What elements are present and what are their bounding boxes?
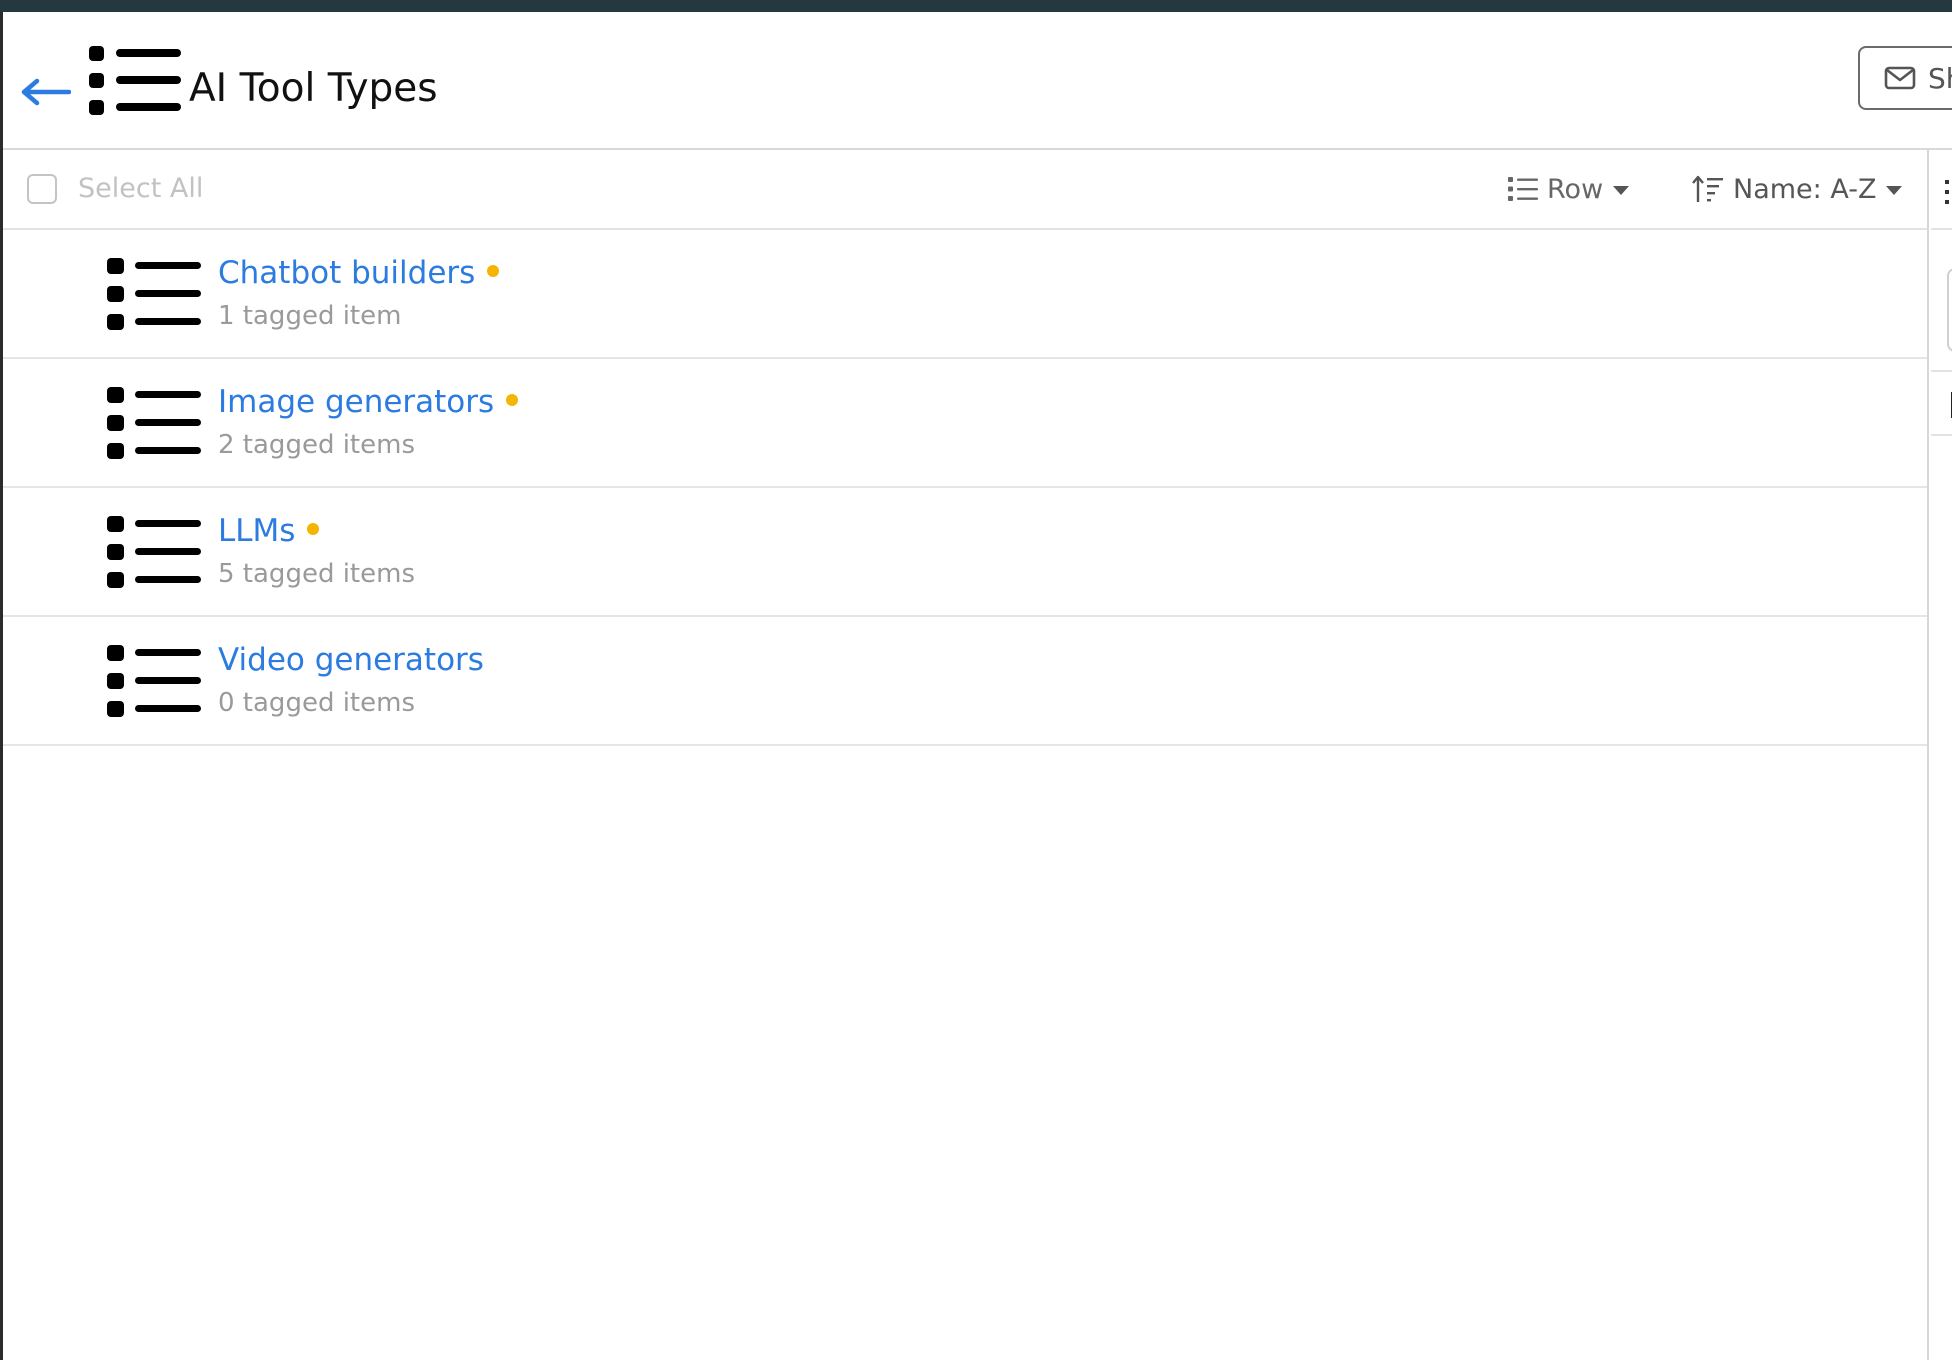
window-top-bar <box>0 0 1952 12</box>
tag-count: 2 tagged items <box>218 430 415 460</box>
right-side-panel <box>1927 150 1952 1360</box>
back-button[interactable] <box>17 64 73 120</box>
envelope-icon <box>1884 66 1916 90</box>
page-title: AI Tool Types <box>189 66 438 111</box>
list-icon <box>89 46 181 115</box>
chevron-down-icon <box>1613 185 1630 195</box>
tag-name-link[interactable]: Image generators <box>218 379 519 425</box>
select-all-checkbox[interactable] <box>27 174 57 204</box>
list-view-icon <box>1508 177 1538 201</box>
status-dot <box>506 393 519 406</box>
sort-label: Name: A-Z <box>1733 173 1877 205</box>
panel-divider <box>1931 370 1952 372</box>
tag-name-link[interactable]: LLMs <box>218 508 320 554</box>
tag-count: 5 tagged items <box>218 559 415 589</box>
tag-row-llms[interactable]: LLMs 5 tagged items <box>3 488 1927 617</box>
list-icon <box>107 516 201 588</box>
tag-list: Chatbot builders 1 tagged item Image gen… <box>3 230 1927 746</box>
chevron-down-icon <box>1886 185 1903 195</box>
page-header: AI Tool Types Sh <box>3 12 1952 150</box>
tag-row-chatbot-builders[interactable]: Chatbot builders 1 tagged item <box>3 230 1927 359</box>
list-toolbar: Select All Row Name: A-Z <box>3 150 1927 230</box>
tag-row-image-generators[interactable]: Image generators 2 tagged items <box>3 359 1927 488</box>
tag-name-link[interactable]: Video generators <box>218 637 484 683</box>
list-icon <box>107 645 201 717</box>
select-all-label[interactable]: Select All <box>78 168 203 210</box>
list-icon <box>107 387 201 459</box>
panel-input[interactable] <box>1947 268 1952 352</box>
sort-ascending-icon <box>1692 175 1723 202</box>
view-mode-label: Row <box>1547 173 1604 205</box>
back-arrow-icon <box>21 78 71 106</box>
status-dot <box>487 264 500 277</box>
status-dot <box>307 522 320 535</box>
list-icon <box>107 258 201 330</box>
view-mode-dropdown[interactable]: Row <box>1507 168 1630 210</box>
tag-row-video-generators[interactable]: Video generators 0 tagged items <box>3 617 1927 746</box>
panel-divider <box>1931 434 1952 436</box>
menu-icon[interactable] <box>1943 178 1952 206</box>
tag-count: 1 tagged item <box>218 301 402 331</box>
tag-name-link[interactable]: Chatbot builders <box>218 250 500 296</box>
share-button[interactable]: Sh <box>1858 46 1952 110</box>
share-button-label: Sh <box>1928 61 1952 95</box>
sort-dropdown[interactable]: Name: A-Z <box>1691 168 1903 210</box>
tag-count: 0 tagged items <box>218 688 415 718</box>
panel-divider <box>1931 228 1952 230</box>
